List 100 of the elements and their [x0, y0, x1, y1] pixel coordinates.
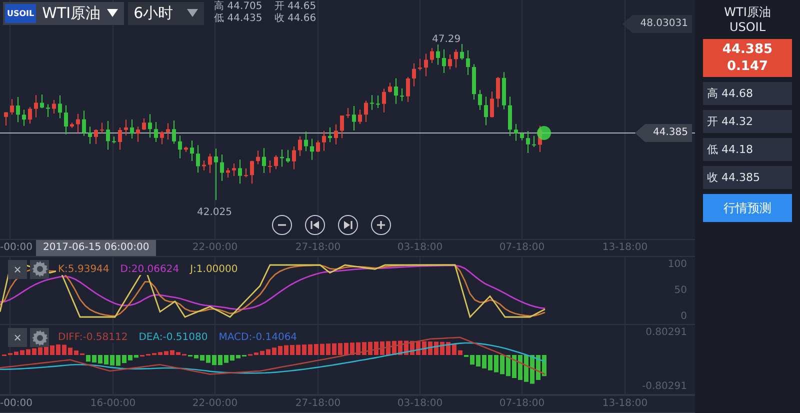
histogram-bar: [170, 350, 174, 356]
instrument-code: USOIL: [728, 20, 767, 35]
indicator-value: D:20.06624: [118, 264, 182, 275]
histogram-bar: [464, 355, 468, 358]
previous-button[interactable]: [305, 215, 325, 235]
time-label: 22-00:00: [192, 242, 238, 253]
time-label: 22-00:00: [192, 398, 238, 410]
candlestick: [310, 138, 314, 160]
candlestick: [280, 149, 284, 168]
candlestick: [370, 94, 374, 110]
close-button[interactable]: ×: [8, 260, 27, 279]
indicator-value: DIFF:-0.58112: [56, 332, 130, 344]
price-tag: 48.03031: [622, 15, 692, 33]
candlestick: [472, 64, 476, 100]
histogram-bar: [536, 355, 540, 380]
histogram-bar: [56, 344, 60, 356]
candlestick: [466, 50, 470, 76]
time-label: -00:00: [0, 242, 32, 253]
candlestick: [58, 94, 62, 119]
zoom-out-button[interactable]: [272, 215, 292, 235]
histogram-bar: [482, 355, 486, 369]
candlestick: [418, 58, 422, 71]
histogram-bar: [92, 355, 96, 363]
candlestick: [520, 132, 524, 141]
histogram-bar: [164, 352, 168, 356]
ohlc-stat: 低 44.435: [214, 13, 262, 25]
histogram-bar: [392, 341, 396, 356]
candlestick: [232, 163, 236, 176]
zoom-in-button[interactable]: [371, 215, 391, 235]
plus-icon: [376, 220, 386, 230]
histogram-bar: [290, 345, 294, 356]
histogram-bar: [122, 355, 126, 364]
time-label: 13-18:00: [602, 242, 648, 253]
candlestick: [100, 122, 104, 134]
candlestick: [160, 130, 164, 145]
axis-value: 0.80291: [646, 327, 687, 338]
candlestick: [304, 131, 308, 152]
time-label: 07-18:00: [499, 242, 545, 253]
histogram-bar: [302, 344, 306, 356]
candlestick: [22, 109, 26, 126]
candlestick: [262, 148, 266, 174]
candlestick: [328, 126, 332, 143]
histogram-bar: [338, 344, 342, 356]
histogram-bar: [104, 355, 108, 365]
histogram-bar: [512, 355, 516, 378]
symbol-label: WTI原油: [42, 4, 101, 22]
candlestick: [508, 96, 512, 136]
period-dropdown[interactable]: 6小时: [128, 2, 204, 24]
price-annotation: 47.29: [432, 34, 461, 45]
axis-value: 100: [668, 258, 687, 270]
candlestick: [136, 126, 140, 142]
histogram-bar: [116, 355, 120, 366]
time-label: 13-18:00: [602, 398, 648, 410]
histogram-bar: [134, 355, 138, 358]
histogram-bar: [446, 342, 450, 356]
histogram-bar: [524, 355, 528, 382]
histogram-bar: [332, 344, 336, 356]
candlestick: [298, 136, 302, 156]
histogram-bar: [518, 355, 522, 380]
histogram-bar: [428, 342, 432, 356]
candlestick: [154, 122, 158, 142]
candlestick: [202, 160, 206, 171]
next-button[interactable]: [338, 215, 358, 235]
histogram-bar: [500, 355, 504, 375]
histogram-bar: [200, 355, 204, 362]
histogram-bar: [14, 352, 18, 356]
candlestick: [400, 88, 404, 102]
forecast-button[interactable]: 行情预测: [703, 194, 792, 222]
histogram-bar: [86, 355, 90, 362]
histogram-bar: [368, 342, 372, 356]
histogram-bar: [494, 355, 498, 373]
histogram-bar: [74, 350, 78, 356]
time-label: 27-18:00: [295, 242, 341, 253]
candlestick: [256, 150, 260, 165]
candlestick: [82, 110, 86, 136]
candlestick: [322, 130, 326, 152]
histogram-bar: [98, 355, 102, 364]
candlestick: [220, 154, 224, 182]
settings-button[interactable]: [30, 328, 49, 348]
candlestick: [376, 94, 380, 108]
price-tag: 44.385: [635, 124, 692, 142]
candlestick: [460, 44, 464, 60]
close-button[interactable]: ×: [8, 328, 27, 348]
settings-icon: [32, 330, 48, 346]
histogram-bar: [254, 352, 258, 356]
histogram-bar: [158, 352, 162, 356]
candlestick: [334, 124, 338, 145]
settings-button[interactable]: [30, 260, 49, 279]
histogram-bar: [398, 341, 402, 356]
histogram-bar: [110, 355, 114, 366]
candlestick: [412, 62, 416, 87]
last-price: 44.385: [722, 41, 773, 58]
candlestick: [112, 136, 116, 144]
symbol-dropdown[interactable]: USOIL WTI原油: [3, 2, 124, 24]
histogram-bar: [530, 355, 534, 384]
axis-value: 0: [680, 311, 687, 322]
indicator-value: K:5.93944: [56, 264, 112, 275]
candlestick: [148, 114, 152, 138]
histogram-bar: [458, 350, 462, 356]
candlestick: [502, 72, 506, 110]
